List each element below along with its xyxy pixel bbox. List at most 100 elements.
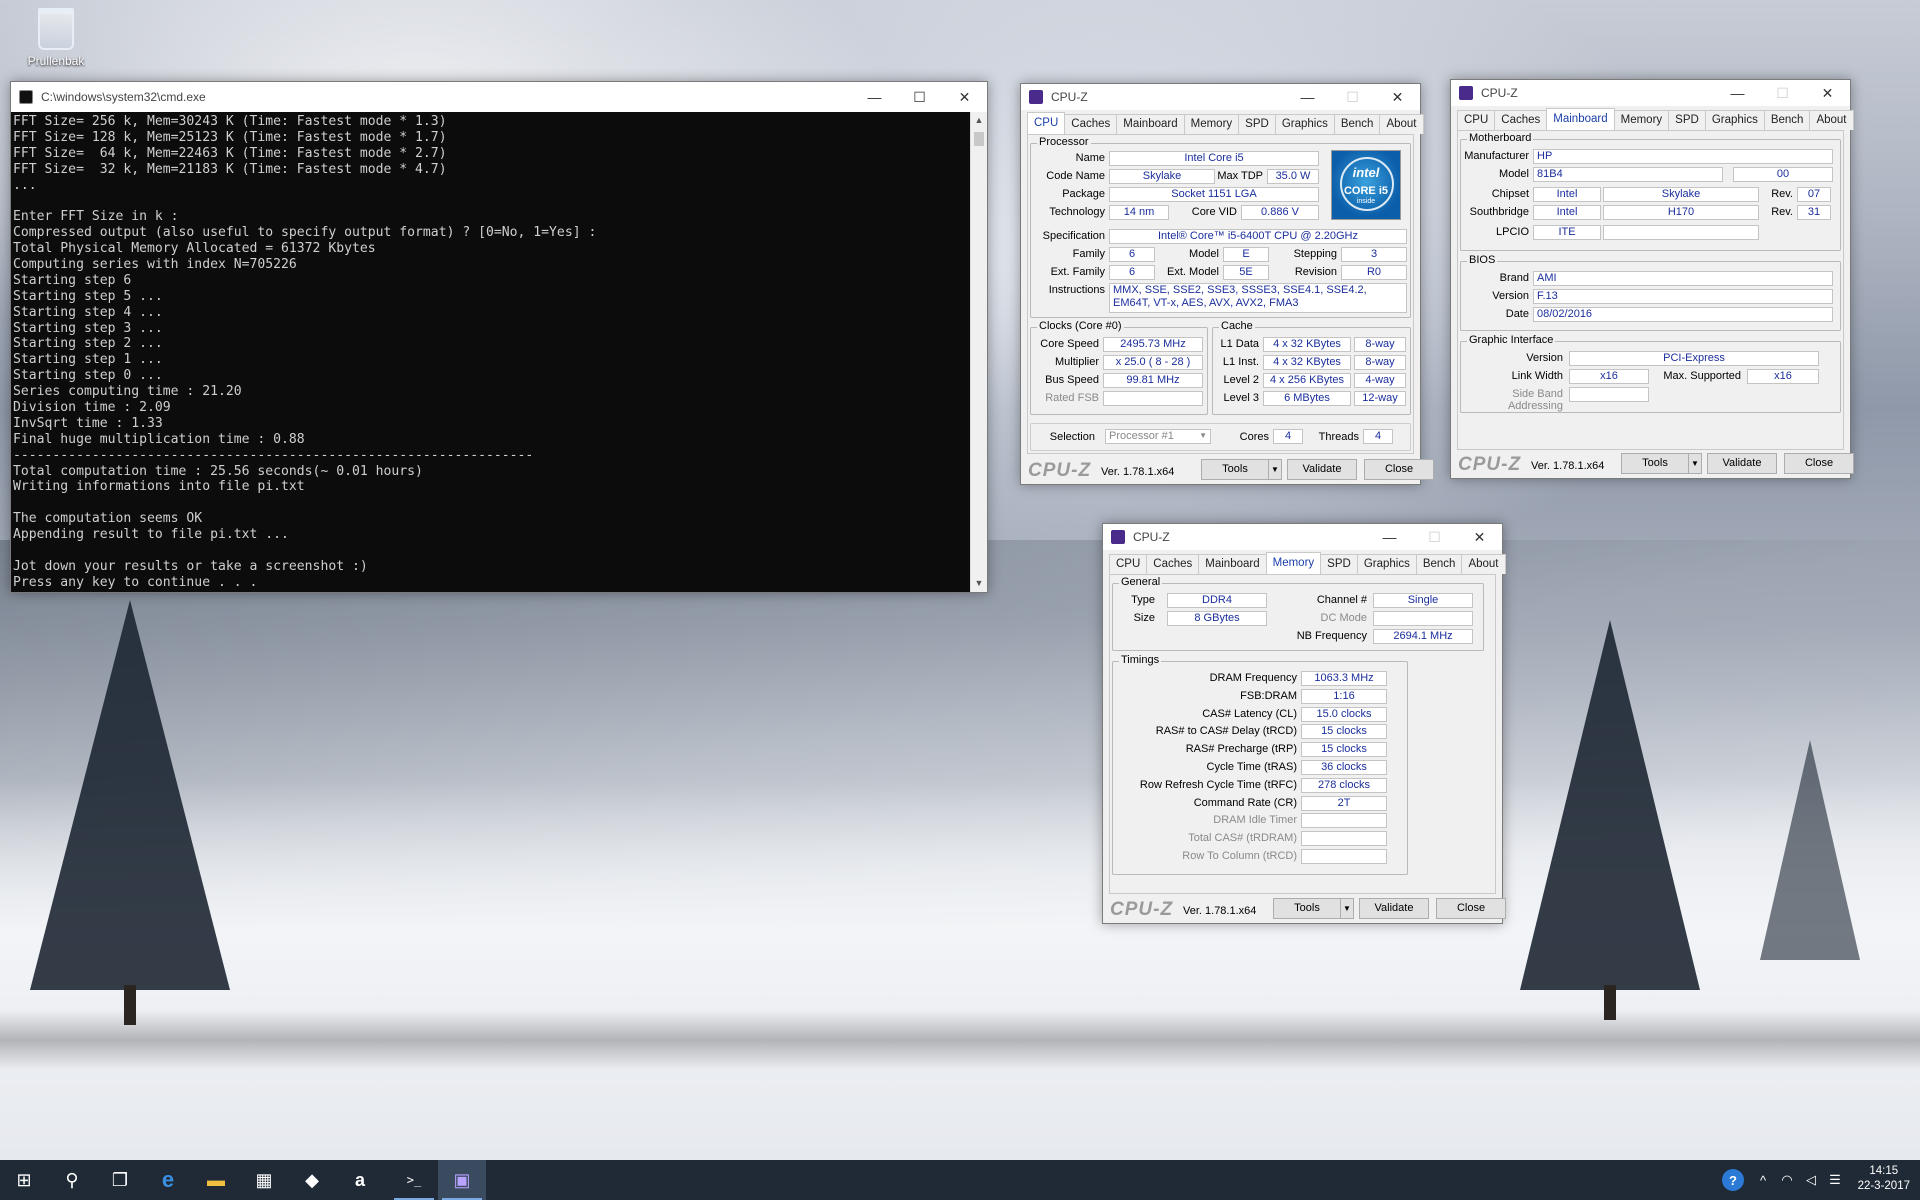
maximize-button[interactable]: ☐ bbox=[897, 82, 942, 112]
console-line: Total Physical Memory Allocated = 61372 … bbox=[13, 241, 376, 257]
cmd-titlebar[interactable]: C:\windows\system32\cmd.exe — ☐ ✕ bbox=[11, 82, 987, 112]
chevron-down-icon[interactable]: ▼ bbox=[1191, 431, 1207, 440]
model-value: 81B4 bbox=[1533, 167, 1723, 182]
scroll-down-icon[interactable]: ▼ bbox=[971, 575, 987, 592]
close-button[interactable]: Close bbox=[1436, 898, 1506, 919]
tab-memory[interactable]: Memory bbox=[1613, 110, 1670, 130]
tab-graphics[interactable]: Graphics bbox=[1356, 554, 1417, 574]
minimize-button[interactable]: — bbox=[852, 82, 897, 112]
close-button[interactable]: ✕ bbox=[1457, 524, 1502, 550]
tab-cpu[interactable]: CPU bbox=[1027, 112, 1066, 134]
cpuz-logo: CPU-Z bbox=[1028, 460, 1092, 481]
tab-graphics[interactable]: Graphics bbox=[1704, 110, 1765, 130]
tab-spd[interactable]: SPD bbox=[1238, 114, 1276, 134]
clock[interactable]: 14:15 22-3-2017 bbox=[1858, 1164, 1910, 1194]
busspeed-label: Bus Speed bbox=[1045, 374, 1099, 386]
tab-spd[interactable]: SPD bbox=[1668, 110, 1706, 130]
tab-about[interactable]: About bbox=[1379, 114, 1424, 134]
tools-button[interactable]: Tools bbox=[1201, 459, 1269, 480]
minimize-button[interactable]: — bbox=[1715, 80, 1760, 106]
tab-cpu[interactable]: CPU bbox=[1109, 554, 1148, 574]
lpcio-extra bbox=[1603, 225, 1759, 240]
close-button[interactable]: Close bbox=[1364, 459, 1434, 480]
cpuz-titlebar[interactable]: CPU-Z — ☐ ✕ bbox=[1103, 524, 1502, 550]
close-button[interactable]: ✕ bbox=[942, 82, 987, 112]
tools-dropdown-icon[interactable]: ▼ bbox=[1688, 453, 1702, 474]
minimize-button[interactable]: — bbox=[1285, 84, 1330, 110]
amazon-icon[interactable]: a bbox=[336, 1160, 384, 1200]
tools-button[interactable]: Tools bbox=[1621, 453, 1689, 474]
chevron-up-icon[interactable]: ^ bbox=[1752, 1160, 1774, 1200]
chipset-rev: 07 bbox=[1797, 187, 1831, 202]
l1d-label: L1 Data bbox=[1220, 338, 1259, 350]
family-label: Family bbox=[1072, 248, 1105, 260]
validate-button[interactable]: Validate bbox=[1287, 459, 1357, 480]
tab-cpu[interactable]: CPU bbox=[1457, 110, 1496, 130]
dropbox-icon[interactable]: ◆ bbox=[288, 1160, 336, 1200]
help-icon[interactable]: ? bbox=[1722, 1169, 1744, 1191]
codename-label: Code Name bbox=[1046, 170, 1105, 182]
tab-memory[interactable]: Memory bbox=[1265, 552, 1322, 574]
tab-caches[interactable]: Caches bbox=[1494, 110, 1548, 130]
tab-bench[interactable]: Bench bbox=[1763, 110, 1811, 130]
timing-value: 36 clocks bbox=[1301, 760, 1387, 775]
tab-caches[interactable]: Caches bbox=[1064, 114, 1118, 134]
maximize-button: ☐ bbox=[1346, 88, 1359, 105]
chipset-label: Chipset bbox=[1491, 188, 1529, 200]
group-title: Timings bbox=[1119, 654, 1162, 666]
threads-label: Threads bbox=[1318, 431, 1359, 443]
tab-mainboard[interactable]: Mainboard bbox=[1198, 554, 1267, 574]
close-button[interactable]: ✕ bbox=[1805, 80, 1850, 106]
tab-bench[interactable]: Bench bbox=[1333, 114, 1381, 134]
tools-dropdown-icon[interactable]: ▼ bbox=[1268, 459, 1282, 480]
cpuz-taskbar-icon[interactable]: ▣ bbox=[438, 1160, 486, 1200]
console-scrollbar[interactable]: ▲ ▼ bbox=[970, 112, 987, 592]
console-line: Starting step 4 ... bbox=[13, 304, 163, 320]
cmd-taskbar-icon[interactable]: >_ bbox=[390, 1160, 438, 1200]
console-line: Total computation time : 25.56 seconds(~… bbox=[13, 463, 423, 479]
cpuz-cpu-window[interactable]: CPU-Z — ☐ ✕ CPU Caches Mainboard Memory … bbox=[1020, 83, 1434, 485]
tab-about[interactable]: About bbox=[1809, 110, 1854, 130]
scroll-up-icon[interactable]: ▲ bbox=[971, 112, 987, 129]
minimize-button[interactable]: — bbox=[1367, 524, 1412, 550]
tab-mainboard[interactable]: Mainboard bbox=[1546, 108, 1615, 130]
model-rev-value: 00 bbox=[1733, 167, 1833, 182]
close-button[interactable]: Close bbox=[1784, 453, 1854, 474]
tab-spd[interactable]: SPD bbox=[1320, 554, 1358, 574]
tab-caches[interactable]: Caches bbox=[1146, 554, 1200, 574]
start-icon[interactable]: ⊞ bbox=[0, 1160, 48, 1200]
cpuz-mainboard-window[interactable]: CPU-Z — ☐ ✕ CPU Caches Mainboard Memory … bbox=[1450, 79, 1854, 479]
cpuz-memory-window[interactable]: CPU-Z — ☐ ✕ CPU Caches Mainboard Memory … bbox=[1102, 523, 1506, 924]
store-icon[interactable]: ▦ bbox=[240, 1160, 288, 1200]
close-button[interactable]: ✕ bbox=[1375, 84, 1420, 110]
recycle-bin[interactable]: Prullenbak bbox=[22, 8, 90, 68]
notifications-icon[interactable]: ☰ bbox=[1824, 1160, 1846, 1200]
tab-mainboard[interactable]: Mainboard bbox=[1116, 114, 1185, 134]
file-explorer-icon[interactable]: ▬ bbox=[192, 1160, 240, 1200]
validate-button[interactable]: Validate bbox=[1707, 453, 1777, 474]
cmd-window[interactable]: C:\windows\system32\cmd.exe — ☐ ✕ FFT Si… bbox=[10, 81, 988, 593]
edge-icon[interactable]: e bbox=[144, 1160, 192, 1200]
console-output[interactable]: FFT Size= 256 k, Mem=30243 K (Time: Fast… bbox=[11, 112, 970, 592]
volume-icon[interactable]: ◁ bbox=[1800, 1160, 1822, 1200]
validate-button[interactable]: Validate bbox=[1359, 898, 1429, 919]
network-icon[interactable]: ◠ bbox=[1776, 1160, 1798, 1200]
tools-dropdown-icon[interactable]: ▼ bbox=[1340, 898, 1354, 919]
scroll-thumb[interactable] bbox=[974, 132, 984, 146]
l2-way: 4-way bbox=[1354, 373, 1406, 388]
intel-logo-line: CORE i5 bbox=[1343, 185, 1388, 197]
clock-date: 22-3-2017 bbox=[1857, 1180, 1910, 1192]
task-view-icon[interactable]: ❐ bbox=[96, 1160, 144, 1200]
tab-bar: CPU Caches Mainboard Memory SPD Graphics… bbox=[1457, 108, 1854, 130]
name-value: Intel Core i5 bbox=[1109, 151, 1319, 166]
cpuz-titlebar[interactable]: CPU-Z — ☐ ✕ bbox=[1021, 84, 1420, 110]
tab-about[interactable]: About bbox=[1461, 554, 1506, 574]
lpcio-label: LPCIO bbox=[1495, 226, 1529, 238]
tab-graphics[interactable]: Graphics bbox=[1274, 114, 1335, 134]
tab-bench[interactable]: Bench bbox=[1415, 554, 1463, 574]
model-label: Model bbox=[1499, 168, 1529, 180]
cpuz-titlebar[interactable]: CPU-Z — ☐ ✕ bbox=[1451, 80, 1850, 106]
tools-button[interactable]: Tools bbox=[1273, 898, 1341, 919]
tab-memory[interactable]: Memory bbox=[1183, 114, 1240, 134]
search-icon[interactable]: ⚲ bbox=[48, 1160, 96, 1200]
